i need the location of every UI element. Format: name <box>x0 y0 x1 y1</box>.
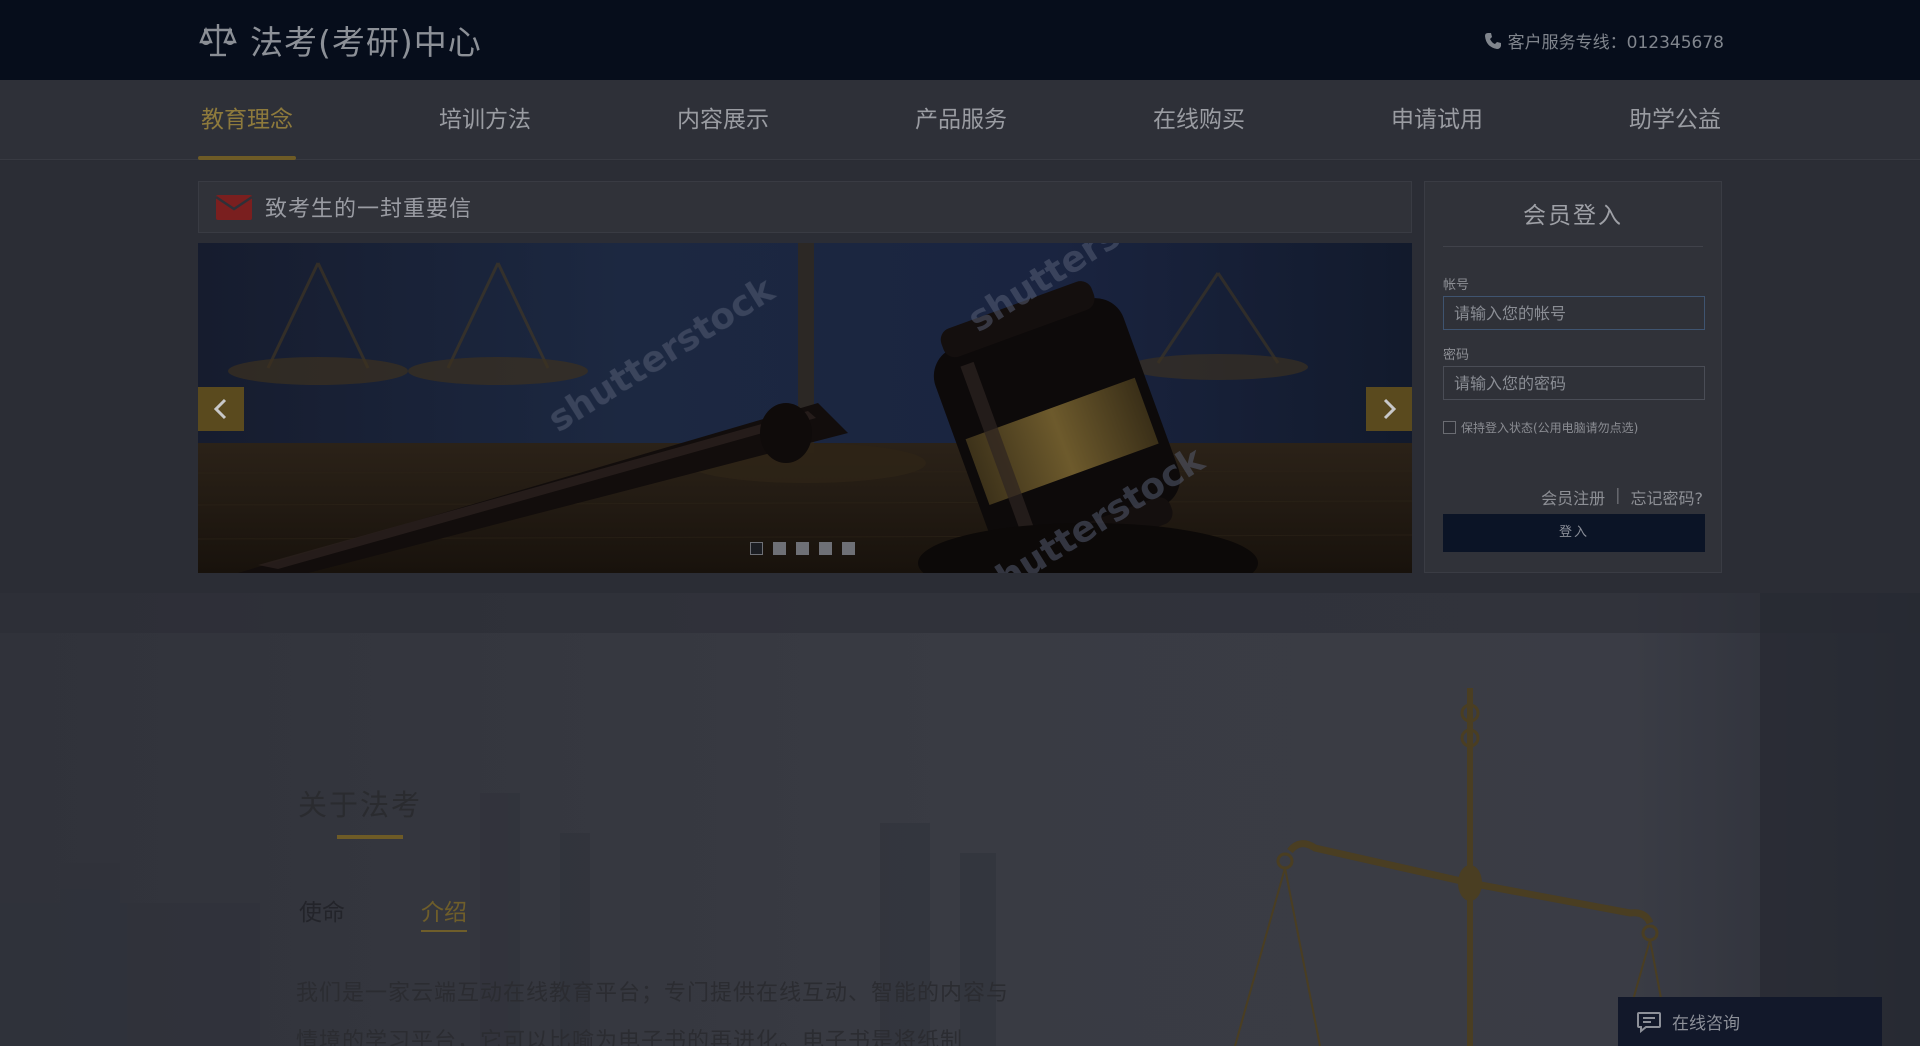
nav-item-charity[interactable]: 助学公益 <box>1626 80 1724 160</box>
about-title-underline <box>337 835 403 839</box>
slider-next-button[interactable] <box>1366 387 1412 431</box>
member-login-panel: 会员登入 帐号 密码 保持登入状态(公用电脑请勿点选) 会员注册 | 忘记密码?… <box>1424 181 1722 573</box>
chat-bubble-icon <box>1637 1011 1661 1033</box>
account-label: 帐号 <box>1443 278 1470 293</box>
remember-checkbox[interactable] <box>1443 421 1456 434</box>
login-links: 会员注册 | 忘记密码? <box>1541 485 1703 509</box>
slider-dot-3[interactable] <box>796 542 809 555</box>
top-bar: 法考(考研)中心 客户服务专线：012345678 <box>0 0 1920 80</box>
envelope-icon <box>215 195 253 220</box>
gavel-scales-banner-image: shutterstock shutterstock shutterstock <box>198 243 1412 573</box>
remember-me: 保持登入状态(公用电脑请勿点选) <box>1443 419 1638 436</box>
site-title: 法考(考研)中心 <box>250 23 482 62</box>
register-link[interactable]: 会员注册 <box>1541 485 1605 509</box>
nav-item-apply-trial[interactable]: 申请试用 <box>1388 80 1486 160</box>
forgot-password-link[interactable]: 忘记密码? <box>1631 485 1704 509</box>
nav-item-education-philosophy[interactable]: 教育理念 <box>198 80 296 160</box>
tab-introduction[interactable]: 介绍 <box>421 893 467 932</box>
slider-prev-button[interactable] <box>198 387 244 431</box>
about-description: 我们是一家云端互动在线教育平台；专门提供在线互动、智能的内容与情境的学习平台，它… <box>296 981 1010 1046</box>
phone-icon <box>1484 32 1501 49</box>
main-nav: 教育理念 培训方法 内容展示 产品服务 在线购买 申请试用 助学公益 <box>0 80 1920 160</box>
hero-slider[interactable]: shutterstock shutterstock shutterstock <box>198 243 1412 573</box>
nav-item-products-services[interactable]: 产品服务 <box>912 80 1010 160</box>
about-section-title: 关于法考 <box>298 788 423 822</box>
account-input[interactable] <box>1443 296 1705 330</box>
nav-item-content-showcase[interactable]: 内容展示 <box>674 80 772 160</box>
scales-logo-icon <box>199 24 237 57</box>
tab-mission[interactable]: 使命 <box>299 893 345 930</box>
online-consult-label: 在线咨询 <box>1672 1014 1740 1034</box>
slider-dot-2[interactable] <box>773 542 786 555</box>
chevron-left-icon <box>213 398 227 420</box>
important-letter-bar[interactable]: 致考生的一封重要信 <box>198 181 1412 233</box>
login-submit-button[interactable]: 登入 <box>1443 514 1705 552</box>
login-title: 会员登入 <box>1443 196 1703 247</box>
chevron-right-icon <box>1383 398 1397 420</box>
slider-dot-5[interactable] <box>842 542 855 555</box>
nav-item-online-purchase[interactable]: 在线购买 <box>1150 80 1248 160</box>
remember-label: 保持登入状态(公用电脑请勿点选) <box>1461 421 1639 435</box>
slider-dot-1[interactable] <box>750 542 763 555</box>
site-brand[interactable]: 法考(考研)中心 <box>198 18 482 62</box>
links-separator: | <box>1615 485 1621 504</box>
hotline-text: 客户服务专线：012345678 <box>1507 33 1724 53</box>
nav-item-training-methods[interactable]: 培训方法 <box>436 80 534 160</box>
customer-hotline: 客户服务专线：012345678 <box>1484 28 1724 53</box>
slider-pagination <box>750 542 855 555</box>
password-label: 密码 <box>1443 348 1470 363</box>
slider-dot-4[interactable] <box>819 542 832 555</box>
online-consult-button[interactable]: 在线咨询 <box>1618 997 1882 1046</box>
password-input[interactable] <box>1443 366 1705 400</box>
letter-title: 致考生的一封重要信 <box>265 197 473 222</box>
